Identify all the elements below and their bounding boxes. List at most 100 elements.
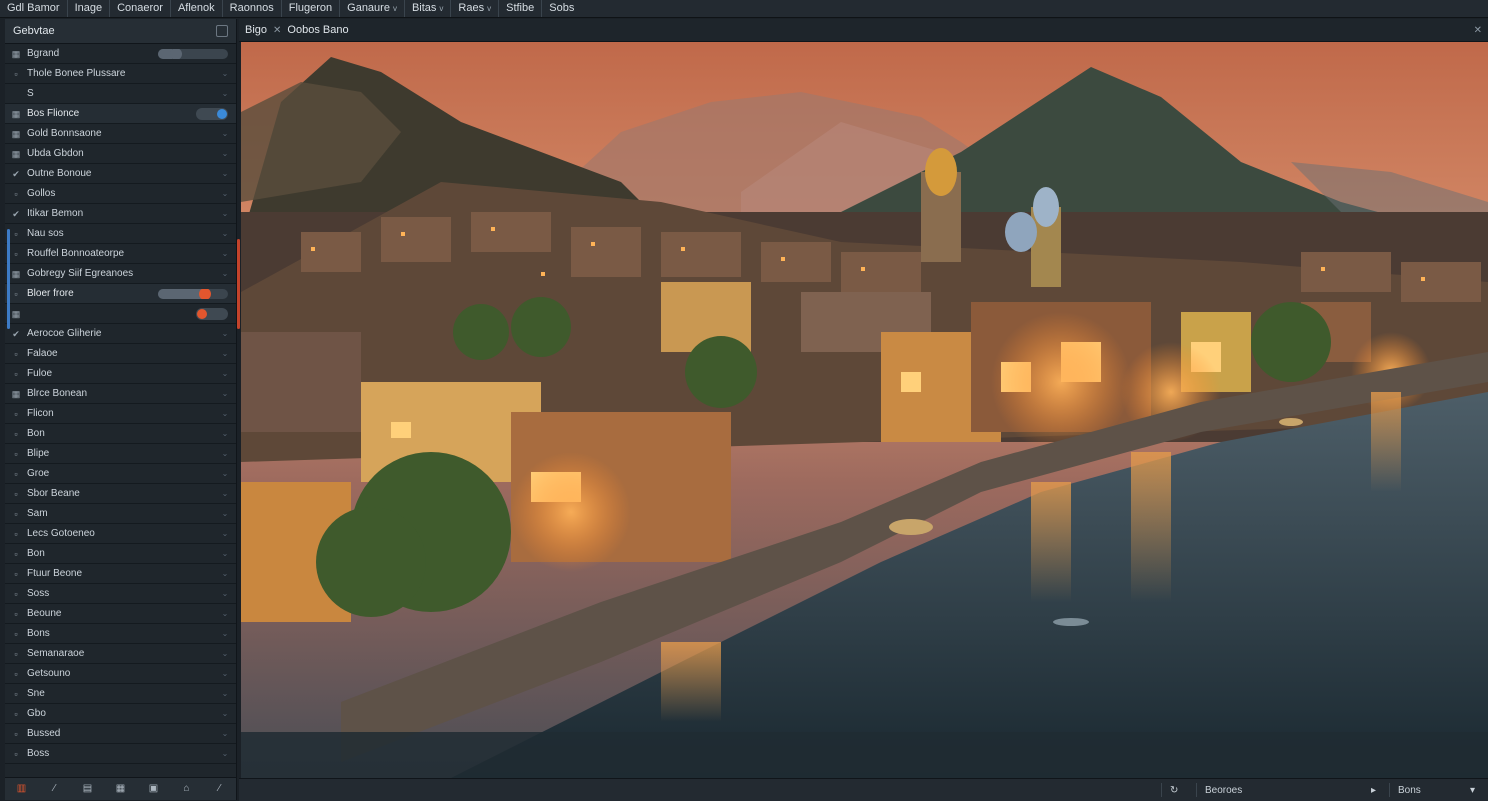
chevron-down-icon[interactable]: ⌄	[220, 529, 230, 538]
menu-item[interactable]: Gdl Bamor	[0, 0, 68, 17]
footer-tool-icon[interactable]: ▥	[13, 782, 31, 796]
chevron-down-icon[interactable]: ⌄	[220, 629, 230, 638]
footer-tool-icon[interactable]: ⁄	[211, 782, 229, 796]
document-title[interactable]: Oobos Bano	[281, 24, 354, 36]
panel-row[interactable]: ▫ Gollos ⌄	[5, 184, 236, 204]
chevron-down-icon[interactable]: ⌄	[220, 509, 230, 518]
chevron-down-icon[interactable]: ⌄	[220, 549, 230, 558]
close-document-icon[interactable]: ✕	[1474, 25, 1482, 36]
panel-row[interactable]: ▫ Blipe ⌄	[5, 444, 236, 464]
panel-row[interactable]: ✔ Itikar Bemon ⌄	[5, 204, 236, 224]
panel-row[interactable]: ▫ Getsouno ⌄	[5, 664, 236, 684]
panel-row[interactable]: ▫ Bussed ⌄	[5, 724, 236, 744]
chevron-down-icon[interactable]: ⌄	[220, 649, 230, 658]
panel-row[interactable]: ▫ Lecs Gotoeneo ⌄	[5, 524, 236, 544]
chevron-down-icon[interactable]: ⌄	[220, 249, 230, 258]
chevron-down-icon[interactable]: ⌄	[220, 489, 230, 498]
chevron-down-icon[interactable]: ⌄	[220, 589, 230, 598]
row-slider[interactable]	[158, 48, 228, 59]
panel-row[interactable]: ▦ Blrce Bonean ⌄	[5, 384, 236, 404]
menu-item[interactable]: Raonnos	[223, 0, 282, 17]
chevron-down-icon[interactable]: ⌄	[220, 229, 230, 238]
footer-tool-icon[interactable]: ⌂	[178, 782, 196, 796]
panel-row[interactable]: ▫ Beoune ⌄	[5, 604, 236, 624]
panel-row[interactable]: ▫ Falaoe ⌄	[5, 344, 236, 364]
chevron-down-icon[interactable]: ⌄	[220, 609, 230, 618]
chevron-down-icon[interactable]: ⌄	[220, 429, 230, 438]
panel-row[interactable]: ▫ Fuloe ⌄	[5, 364, 236, 384]
panel-scrollbar[interactable]	[237, 239, 240, 329]
menu-item[interactable]: Aflenok	[171, 0, 223, 17]
chevron-down-icon[interactable]: ⌄	[220, 209, 230, 218]
chevron-down-icon[interactable]: ⌄	[220, 169, 230, 178]
panel-row[interactable]: ▫ Ftuur Beone ⌄	[5, 564, 236, 584]
chevron-down-icon[interactable]: ⌄	[220, 449, 230, 458]
panel-row[interactable]: ▫ Thole Bonee Plussare ⌄	[5, 64, 236, 84]
chevron-down-icon[interactable]: ⌄	[220, 669, 230, 678]
panel-row[interactable]: ▫ Nau sos ⌄	[5, 224, 236, 244]
chevron-down-icon[interactable]: ⌄	[220, 189, 230, 198]
chevron-down-icon[interactable]: ⌄	[220, 89, 230, 98]
footer-tool-icon[interactable]: ▦	[112, 782, 130, 796]
status-zoom[interactable]: Beoroes	[1197, 785, 1363, 796]
panel-row[interactable]: ▦ Ubda Gbdon ⌄	[5, 144, 236, 164]
play-icon[interactable]: ▸	[1363, 785, 1389, 796]
panel-row[interactable]: ▦ Bgrand	[5, 44, 236, 64]
chevron-down-icon[interactable]: ⌄	[220, 749, 230, 758]
panel-row[interactable]: ▫ Boss ⌄	[5, 744, 236, 764]
chevron-down-icon[interactable]: ⌄	[220, 709, 230, 718]
panel-row[interactable]: ▫ Groe ⌄	[5, 464, 236, 484]
slider-knob[interactable]	[169, 48, 182, 59]
chevron-down-icon[interactable]: ⌄	[220, 389, 230, 398]
panel-row[interactable]: ▫ Semanaraoe ⌄	[5, 644, 236, 664]
panel-row[interactable]: ▫ Soss ⌄	[5, 584, 236, 604]
close-icon[interactable]: ✕	[273, 25, 281, 36]
panel-row[interactable]: ▫ Bons ⌄	[5, 624, 236, 644]
panel-row[interactable]: ▦ Gobregy Siif Egreanoes ⌄	[5, 264, 236, 284]
chevron-down-icon[interactable]: ▾	[1462, 785, 1488, 796]
chevron-down-icon[interactable]: ⌄	[220, 409, 230, 418]
panel-row[interactable]: ▫ Bloer frore	[5, 284, 236, 304]
panel-row[interactable]: ▫ Sbor Beane ⌄	[5, 484, 236, 504]
panel-row[interactable]: ▫ Sne ⌄	[5, 684, 236, 704]
chevron-down-icon[interactable]: ⌄	[220, 369, 230, 378]
chevron-down-icon[interactable]: ⌄	[220, 569, 230, 578]
image-canvas[interactable]	[241, 42, 1488, 778]
menu-item[interactable]: Conaeror	[110, 0, 171, 17]
slider-knob[interactable]	[198, 288, 211, 299]
panel-row[interactable]: ▫ Rouffel Bonnoateorpe ⌄	[5, 244, 236, 264]
panel-row[interactable]: ▫ Flicon ⌄	[5, 404, 236, 424]
panel-row[interactable]: ▫ Sam ⌄	[5, 504, 236, 524]
menu-item[interactable]: Raes v	[451, 0, 500, 17]
chevron-down-icon[interactable]: ⌄	[220, 469, 230, 478]
panel-row[interactable]: S ⌄	[5, 84, 236, 104]
footer-tool-icon[interactable]: ▤	[79, 782, 97, 796]
menu-item[interactable]: Inage	[68, 0, 111, 17]
row-toggle[interactable]	[196, 107, 228, 120]
panel-row[interactable]: ✔ Aerocoe Gliherie ⌄	[5, 324, 236, 344]
chevron-down-icon[interactable]: ⌄	[220, 69, 230, 78]
chevron-down-icon[interactable]: ⌄	[220, 269, 230, 278]
menu-item[interactable]: Stfibe	[499, 0, 543, 17]
row-toggle[interactable]	[196, 307, 228, 320]
panel-row[interactable]: ▦	[5, 304, 236, 324]
panel-row[interactable]: ✔ Outne Bonoue ⌄	[5, 164, 236, 184]
row-slider[interactable]	[158, 288, 228, 299]
panel-options-icon[interactable]	[216, 25, 228, 37]
chevron-down-icon[interactable]: ⌄	[220, 349, 230, 358]
chevron-down-icon[interactable]: ⌄	[220, 129, 230, 138]
menu-item[interactable]: Flugeron	[282, 0, 341, 17]
chevron-down-icon[interactable]: ⌄	[220, 689, 230, 698]
panel-row[interactable]: ▫ Gbo ⌄	[5, 704, 236, 724]
menu-item[interactable]: Ganaure v	[340, 0, 405, 17]
chevron-down-icon[interactable]: ⌄	[220, 729, 230, 738]
chevron-down-icon[interactable]: ⌄	[220, 149, 230, 158]
footer-tool-icon[interactable]: ⁄	[46, 782, 64, 796]
panel-row[interactable]: ▫ Bon ⌄	[5, 424, 236, 444]
status-mode[interactable]: Bons	[1390, 785, 1462, 796]
menu-item[interactable]: Sobs	[542, 0, 581, 17]
panel-row[interactable]: ▦ Gold Bonnsaone ⌄	[5, 124, 236, 144]
panel-row[interactable]: ▫ Bon ⌄	[5, 544, 236, 564]
panel-row[interactable]: ▦ Bos Flionce	[5, 104, 236, 124]
tab-image[interactable]: Bigo	[239, 24, 273, 36]
